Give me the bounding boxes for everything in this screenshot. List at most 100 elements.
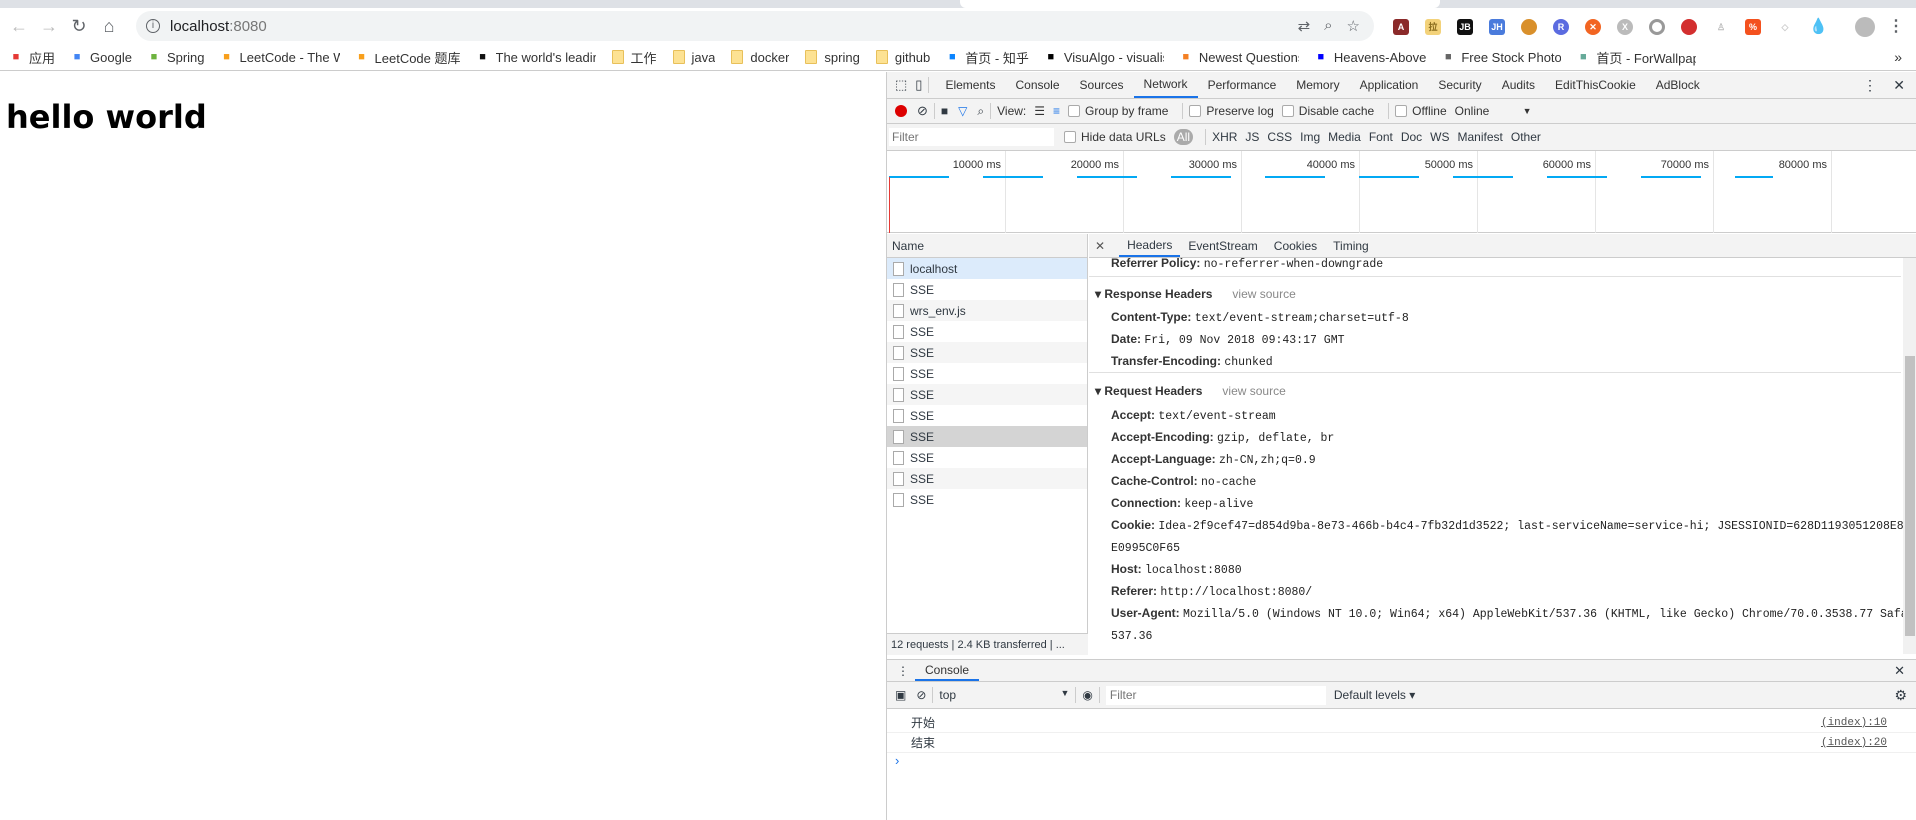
home-icon[interactable]: ⌂	[94, 16, 124, 37]
bookmark-item[interactable]: 工作	[611, 48, 657, 67]
search-icon[interactable]: ⌕	[977, 104, 984, 119]
details-scrollbar[interactable]	[1903, 258, 1916, 654]
tab-elements[interactable]: Elements	[935, 72, 1005, 98]
bookmark-item[interactable]: java	[672, 50, 715, 65]
group-by-frame-checkbox[interactable]: Group by frame	[1068, 104, 1168, 118]
request-row[interactable]: wrs_env.js	[887, 300, 1087, 321]
console-filter-input[interactable]	[1105, 685, 1326, 705]
avatar[interactable]	[1855, 17, 1875, 37]
request-row[interactable]: SSE	[887, 447, 1087, 468]
tab-eventstream[interactable]: EventStream	[1180, 234, 1265, 257]
network-overview[interactable]: 10000 ms 20000 ms 30000 ms 40000 ms 50000 ms…	[887, 151, 1916, 233]
adblock-icon[interactable]	[1681, 19, 1697, 35]
devtools-menu-icon[interactable]: ⋮	[1863, 77, 1877, 94]
bookmark-item[interactable]: github	[875, 50, 930, 65]
view-source-link[interactable]: view source	[1222, 384, 1285, 398]
tab-console[interactable]: Console	[1005, 72, 1069, 98]
extension-icon[interactable]: X	[1617, 19, 1633, 35]
bookmark-item[interactable]: ■ LeetCode 题库	[356, 48, 460, 67]
device-toolbar-icon[interactable]: ▯	[915, 77, 922, 93]
tab-network[interactable]: Network	[1133, 72, 1198, 98]
bookmark-item[interactable]: ■ Heavens-Above	[1315, 50, 1427, 65]
tab-adblock[interactable]: AdBlock	[1646, 72, 1710, 98]
address-bar[interactable]: i localhost:8080 ⇄ ⌕ ☆	[136, 11, 1374, 41]
filter-type-img[interactable]: Img	[1300, 130, 1320, 144]
bookmark-item[interactable]: ■ 首页 - 知乎	[946, 48, 1029, 67]
active-tab[interactable]	[960, 0, 1440, 8]
bookmark-item[interactable]: ■ Spring	[148, 50, 205, 65]
menu-icon[interactable]: ⋮	[1888, 19, 1904, 35]
bookmark-item[interactable]: ■ Free Stock Photos -	[1442, 50, 1561, 65]
view-source-link[interactable]: view source	[1232, 287, 1295, 301]
filter-type-all[interactable]: All	[1173, 129, 1194, 145]
bookmark-item[interactable]: ■ The world's leading	[477, 50, 595, 65]
filter-type-doc[interactable]: Doc	[1401, 130, 1422, 144]
tab-editthiscookie[interactable]: EditThisCookie	[1545, 72, 1646, 98]
request-row[interactable]: SSE	[887, 468, 1087, 489]
disable-cache-checkbox[interactable]: Disable cache	[1281, 104, 1374, 118]
console-prompt[interactable]: ›	[895, 753, 899, 768]
response-headers-section[interactable]: ▾ Response Headers view source	[1095, 287, 1296, 301]
tab-timing[interactable]: Timing	[1325, 234, 1377, 257]
reload-icon[interactable]: ↻	[64, 16, 94, 37]
more-bookmarks-icon[interactable]: »	[1894, 49, 1902, 65]
info-icon[interactable]: i	[146, 19, 160, 33]
filter-type-font[interactable]: Font	[1369, 130, 1393, 144]
sidebar-toggle-icon[interactable]: ▣	[895, 688, 906, 702]
waterfall-icon[interactable]: ≡	[1053, 104, 1060, 118]
settings-gear-icon[interactable]: ⚙	[1894, 687, 1907, 704]
throttle-select[interactable]: Online	[1455, 104, 1515, 118]
request-row[interactable]: SSE	[887, 405, 1087, 426]
bookmark-item[interactable]: ■ 首页 - ForWallpaper	[1577, 48, 1696, 67]
filter-type-manifest[interactable]: Manifest	[1458, 130, 1503, 144]
inspect-element-icon[interactable]: ⬚	[895, 77, 907, 93]
request-row[interactable]: SSE	[887, 489, 1087, 510]
bookmark-item[interactable]: spring	[805, 50, 860, 65]
bookmark-item[interactable]: ■ 应用	[10, 48, 55, 67]
star-icon[interactable]: ☆	[1347, 17, 1360, 35]
zoom-icon[interactable]: ⌕	[1324, 17, 1332, 35]
request-row[interactable]: SSE	[887, 342, 1087, 363]
close-devtools-icon[interactable]: ✕	[1893, 77, 1905, 94]
bookmark-item[interactable]: ■ VisuAlgo - visualisi	[1045, 50, 1164, 65]
request-headers-section[interactable]: ▾ Request Headers view source	[1095, 384, 1286, 398]
filter-type-ws[interactable]: WS	[1430, 130, 1449, 144]
extension-icon[interactable]: R	[1553, 19, 1569, 35]
name-column-header[interactable]: Name	[887, 234, 1087, 258]
log-levels-select[interactable]: Default levels ▾	[1334, 688, 1415, 702]
filter-type-xhr[interactable]: XHR	[1212, 130, 1237, 144]
tab-security[interactable]: Security	[1428, 72, 1491, 98]
tab-memory[interactable]: Memory	[1286, 72, 1349, 98]
tab-audits[interactable]: Audits	[1492, 72, 1545, 98]
filter-type-js[interactable]: JS	[1245, 130, 1259, 144]
tab-application[interactable]: Application	[1350, 72, 1429, 98]
tab-console-drawer[interactable]: Console	[915, 660, 980, 681]
screenshot-icon[interactable]: ■	[941, 104, 948, 118]
chevron-down-icon[interactable]: ▼	[1523, 106, 1532, 116]
drawer-menu-icon[interactable]: ⋮	[897, 664, 909, 678]
clear-console-icon[interactable]: ⊘	[916, 688, 926, 702]
clear-icon[interactable]: ⊘	[917, 103, 928, 119]
forward-icon[interactable]: →	[34, 16, 64, 37]
bookmark-item[interactable]: docker	[731, 50, 789, 65]
console-source-link[interactable]: (index):10	[1821, 713, 1887, 733]
close-details-icon[interactable]: ✕	[1095, 239, 1105, 253]
preserve-log-checkbox[interactable]: Preserve log	[1189, 104, 1274, 118]
back-icon[interactable]: ←	[4, 16, 34, 37]
cookie-extension-icon[interactable]	[1521, 19, 1537, 35]
extension-icon[interactable]: 💧	[1809, 19, 1828, 35]
request-row[interactable]: SSE	[887, 426, 1087, 447]
network-filter-input[interactable]	[889, 128, 1054, 146]
extension-icon[interactable]: JH	[1489, 19, 1505, 35]
bookmark-item[interactable]: ■ LeetCode - The Wo	[221, 50, 339, 65]
record-icon[interactable]	[895, 105, 907, 117]
tab-sources[interactable]: Sources	[1070, 72, 1134, 98]
large-rows-icon[interactable]: ☰	[1034, 104, 1045, 118]
tab-headers[interactable]: Headers	[1119, 234, 1181, 257]
filter-type-media[interactable]: Media	[1328, 130, 1361, 144]
filter-icon[interactable]: ▽	[958, 104, 967, 118]
tab-performance[interactable]: Performance	[1198, 72, 1287, 98]
context-select[interactable]: top ▼	[939, 688, 1069, 702]
console-source-link[interactable]: (index):20	[1821, 733, 1887, 753]
hide-data-urls-checkbox[interactable]: Hide data URLs	[1064, 130, 1166, 144]
